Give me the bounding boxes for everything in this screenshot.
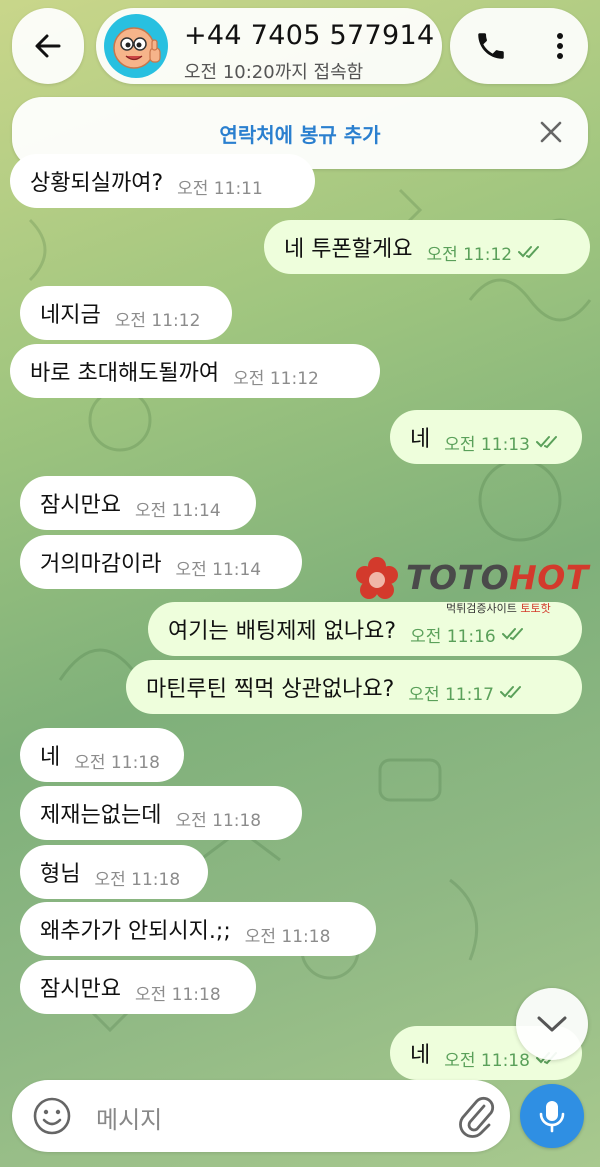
message-time: 오전 11:18 xyxy=(175,810,262,831)
message-time: 오전 11:18 xyxy=(244,926,331,947)
message-text: 잠시만요 xyxy=(40,493,121,518)
scroll-to-bottom-button[interactable] xyxy=(516,988,588,1060)
message-text: 왜추가가 안되시지.;; xyxy=(40,919,231,944)
message-incoming[interactable]: 잠시만요 오전 11:14 xyxy=(20,476,256,530)
message-time: 오전 11:17 xyxy=(408,684,494,705)
message-time: 오전 11:18 xyxy=(74,752,160,773)
double-check-icon xyxy=(500,686,521,699)
message-incoming[interactable]: 왜추가가 안되시지.;; 오전 11:18 xyxy=(20,902,376,956)
message-text: 네 xyxy=(410,427,431,452)
message-incoming[interactable]: 상황되실까여? 오전 11:11 xyxy=(10,154,315,208)
close-icon[interactable] xyxy=(536,117,566,147)
message-time: 오전 11:14 xyxy=(175,559,262,580)
microphone-icon xyxy=(539,1101,565,1133)
message-time: 오전 11:13 xyxy=(444,434,530,455)
message-time: 오전 11:11 xyxy=(177,178,263,199)
double-check-icon xyxy=(518,246,540,259)
paperclip-icon[interactable] xyxy=(456,1094,496,1138)
message-time: 오전 11:12 xyxy=(114,310,201,331)
message-incoming[interactable]: 형님 오전 11:18 xyxy=(20,845,208,899)
watermark-brand: TOTOHOT xyxy=(406,558,589,597)
message-incoming[interactable]: 네 오전 11:18 xyxy=(20,728,184,782)
double-check-icon xyxy=(501,628,523,641)
watermark: TOTOHOT 먹튀검증사이트 토토핫 xyxy=(354,556,600,620)
header-actions xyxy=(450,8,588,84)
message-input[interactable]: 메시지 xyxy=(96,1100,162,1135)
message-text: 네지금 xyxy=(40,303,101,328)
message-text: 네 xyxy=(410,1043,431,1068)
double-check-icon xyxy=(535,436,557,449)
message-outgoing[interactable]: 네 투폰할게요 오전 11:12 xyxy=(264,220,590,274)
message-time: 오전 11:18 xyxy=(134,984,221,1005)
arrow-left-icon xyxy=(35,34,61,58)
message-time: 오전 11:12 xyxy=(233,368,319,389)
message-text: 잠시만요 xyxy=(40,977,121,1002)
chat-header: +44 7405 577914 오전 10:20까지 접속함 xyxy=(0,0,600,92)
avatar[interactable] xyxy=(104,14,168,78)
message-time: 오전 11:18 xyxy=(94,869,181,890)
message-time: 오전 11:16 xyxy=(410,626,496,647)
add-contact-link[interactable]: 연락처에 봉규 추가 xyxy=(12,119,588,148)
message-text: 제재는없는데 xyxy=(40,803,162,828)
message-incoming[interactable]: 잠시만요 오전 11:18 xyxy=(20,960,256,1014)
more-vertical-icon[interactable] xyxy=(555,29,565,63)
emoji-icon[interactable] xyxy=(32,1096,72,1136)
message-text: 형님 xyxy=(40,862,81,887)
watermark-subtitle: 먹튀검증사이트 토토핫 xyxy=(446,602,551,615)
message-incoming[interactable]: 제재는없는데 오전 11:18 xyxy=(20,786,302,840)
message-text: 네 xyxy=(40,745,61,770)
contact-last-seen: 오전 10:20까지 접속함 xyxy=(184,62,364,83)
message-time: 오전 11:18 xyxy=(444,1050,530,1071)
contact-info[interactable]: +44 7405 577914 오전 10:20까지 접속함 xyxy=(96,8,442,84)
phone-icon[interactable] xyxy=(474,29,508,63)
voice-message-button[interactable] xyxy=(520,1084,584,1148)
cartoon-face-icon xyxy=(113,27,161,69)
message-text: 마틴루틴 찍먹 상관없나요? xyxy=(146,677,395,702)
message-incoming[interactable]: 바로 초대해도될까여 오전 11:12 xyxy=(10,344,380,398)
message-text: 상황되실까여? xyxy=(30,171,164,196)
chevron-down-icon xyxy=(537,1016,567,1032)
message-incoming[interactable]: 네지금 오전 11:12 xyxy=(20,286,232,340)
contact-name: +44 7405 577914 xyxy=(184,20,435,51)
message-time: 오전 11:12 xyxy=(426,244,513,265)
message-text: 네 투폰할게요 xyxy=(284,237,413,262)
back-button[interactable] xyxy=(12,8,84,84)
message-text: 거의마감이라 xyxy=(40,552,162,577)
message-outgoing[interactable]: 마틴루틴 찍먹 상관없나요? 오전 11:17 xyxy=(126,660,582,714)
message-time: 오전 11:14 xyxy=(134,500,221,521)
message-outgoing[interactable]: 네 오전 11:13 xyxy=(390,410,582,464)
flower-logo-icon xyxy=(356,557,398,599)
message-text: 바로 초대해도될까여 xyxy=(30,361,220,386)
message-composer: 메시지 xyxy=(12,1080,510,1152)
message-incoming[interactable]: 거의마감이라 오전 11:14 xyxy=(20,535,302,589)
